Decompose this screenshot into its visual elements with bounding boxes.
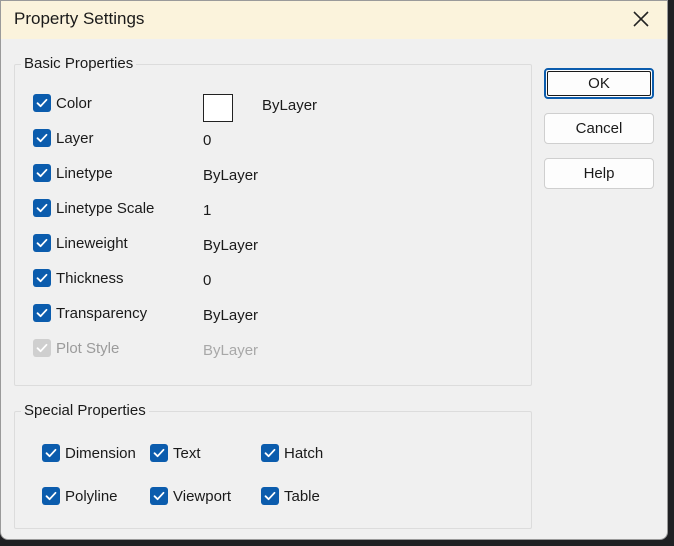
close-icon (633, 11, 649, 27)
linetype-value: ByLayer (203, 167, 259, 184)
check-icon (264, 491, 276, 501)
lineweight-label: Lineweight (56, 235, 128, 252)
lineweight-value: ByLayer (203, 237, 259, 254)
property-row-lineweight: Lineweight (31, 233, 351, 255)
title-bar: Property Settings (1, 1, 667, 39)
linetype-scale-value: 1 (203, 202, 212, 219)
check-icon (36, 98, 48, 108)
thickness-checkbox[interactable] (33, 269, 51, 287)
plot-style-checkbox (33, 339, 51, 357)
color-label: Color (56, 95, 92, 112)
linetype-checkbox[interactable] (33, 164, 51, 182)
ok-button[interactable]: OK (544, 68, 654, 99)
property-row-transparency: Transparency (31, 303, 351, 325)
property-settings-dialog: Property Settings Basic Properties Color… (0, 0, 668, 540)
basic-properties-title: Basic Properties (21, 55, 137, 73)
hatch-checkbox[interactable] (261, 444, 279, 462)
close-button[interactable] (625, 5, 657, 33)
check-icon (36, 238, 48, 248)
transparency-value: ByLayer (203, 307, 259, 324)
plot-style-label: Plot Style (56, 340, 120, 357)
thickness-label: Thickness (56, 270, 124, 287)
check-icon (36, 133, 48, 143)
check-icon (36, 203, 48, 213)
property-row-thickness: Thickness (31, 268, 351, 290)
special-properties-group: Special Properties (14, 402, 532, 529)
color-checkbox[interactable] (33, 94, 51, 112)
linetype-scale-label: Linetype Scale (56, 200, 155, 217)
check-icon (36, 308, 48, 318)
dimension-checkbox[interactable] (42, 444, 60, 462)
check-icon (153, 491, 165, 501)
check-icon (36, 343, 48, 353)
property-row-plot-style: Plot Style (31, 338, 351, 360)
linetype-label: Linetype (56, 165, 113, 182)
text-label: Text (173, 445, 201, 462)
property-row-layer: Layer (31, 128, 351, 150)
polyline-label: Polyline (65, 488, 118, 505)
hatch-label: Hatch (284, 445, 324, 462)
check-icon (45, 491, 57, 501)
polyline-checkbox[interactable] (42, 487, 60, 505)
layer-checkbox[interactable] (33, 129, 51, 147)
lineweight-checkbox[interactable] (33, 234, 51, 252)
dimension-label: Dimension (65, 445, 136, 462)
help-button[interactable]: Help (544, 158, 654, 189)
thickness-value: 0 (203, 272, 212, 289)
property-row-linetype: Linetype (31, 163, 351, 185)
table-checkbox[interactable] (261, 487, 279, 505)
cancel-button[interactable]: Cancel (544, 113, 654, 144)
special-properties-title: Special Properties (21, 402, 149, 420)
layer-label: Layer (56, 130, 94, 147)
dialog-title: Property Settings (14, 9, 145, 28)
check-icon (36, 168, 48, 178)
layer-value: 0 (203, 132, 212, 149)
linetype-scale-checkbox[interactable] (33, 199, 51, 217)
plot-style-value: ByLayer (203, 342, 259, 359)
check-icon (36, 273, 48, 283)
color-value: ByLayer (262, 97, 318, 114)
color-swatch (203, 94, 233, 122)
check-icon (153, 448, 165, 458)
text-checkbox[interactable] (150, 444, 168, 462)
transparency-checkbox[interactable] (33, 304, 51, 322)
check-icon (264, 448, 276, 458)
property-row-linetype-scale: Linetype Scale (31, 198, 351, 220)
viewport-label: Viewport (173, 488, 232, 505)
viewport-checkbox[interactable] (150, 487, 168, 505)
check-icon (45, 448, 57, 458)
table-label: Table (284, 488, 320, 505)
transparency-label: Transparency (56, 305, 148, 322)
